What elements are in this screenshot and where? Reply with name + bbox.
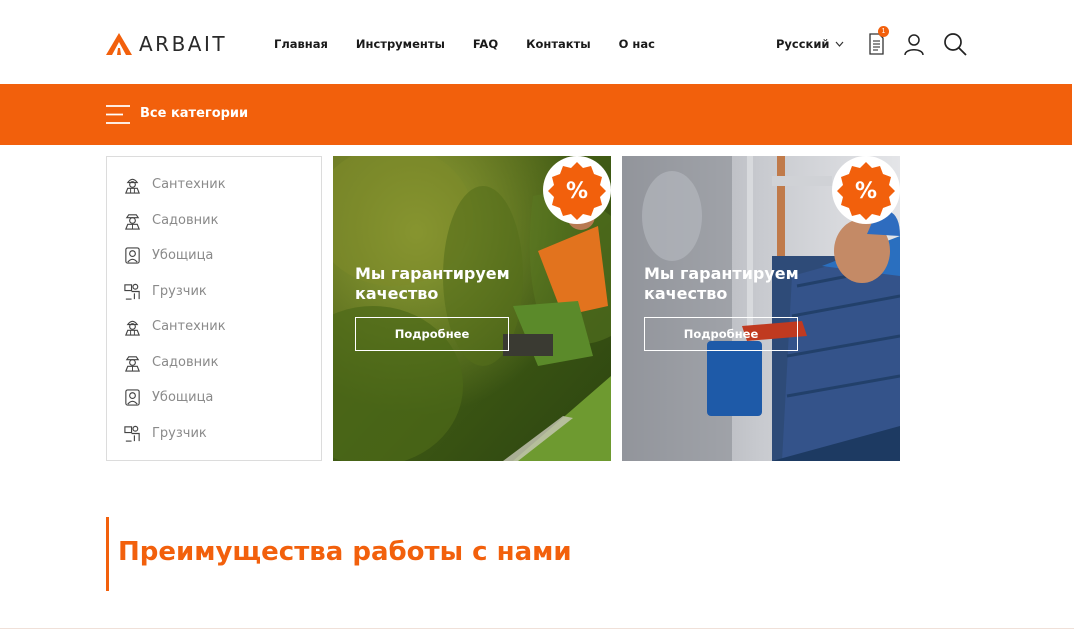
category-label: Сантехник (152, 177, 226, 193)
category-item-cleaner[interactable]: Убощица (107, 238, 321, 274)
cleaner-icon (125, 247, 140, 264)
category-item-plumber[interactable]: Сантехник (107, 167, 321, 203)
nav-item-about[interactable]: О нас (619, 37, 655, 51)
menu-icon[interactable] (106, 105, 130, 124)
category-item-loader[interactable]: Грузчик (107, 416, 321, 452)
discount-symbol: % (855, 179, 877, 204)
loader-icon (124, 425, 140, 442)
discount-symbol: % (566, 179, 588, 204)
section-accent-bar (106, 517, 109, 591)
category-label: Грузчик (152, 425, 207, 441)
language-select[interactable]: Русский (776, 37, 844, 51)
nav-item-tools[interactable]: Инструменты (356, 37, 445, 51)
category-label: Убощица (152, 248, 214, 264)
plumber-icon (125, 320, 140, 336)
main-nav: Главная Инструменты FAQ Контакты О нас (274, 37, 683, 51)
gardener-icon (125, 213, 140, 230)
site-header: ARBAIT Главная Инструменты FAQ Контакты … (0, 0, 1074, 84)
cart-count-badge: 1 (878, 26, 889, 37)
nav-item-contacts[interactable]: Контакты (526, 37, 591, 51)
nav-item-home[interactable]: Главная (274, 37, 328, 51)
search-icon[interactable] (943, 32, 967, 56)
more-button[interactable]: Подробнее (644, 317, 798, 351)
discount-badge-icon: % (543, 156, 611, 224)
divider (0, 628, 1074, 629)
category-item-gardener[interactable]: Садовник (107, 203, 321, 239)
more-button[interactable]: Подробнее (355, 317, 509, 351)
promo-card-plumber[interactable]: % Мы гарантируем качество Подробнее (622, 156, 900, 461)
category-label: Садовник (152, 354, 219, 370)
logo[interactable]: ARBAIT (105, 32, 227, 56)
category-label: Грузчик (152, 283, 207, 299)
category-bar: Все категории (0, 84, 1072, 145)
advantages-heading: Преимущества работы с нами (118, 537, 572, 567)
promo-title: Мы гарантируем качество (644, 264, 799, 303)
language-label: Русский (776, 37, 830, 51)
category-item-cleaner[interactable]: Убощица (107, 380, 321, 416)
category-list: Сантехник Садовник Убощица Грузчик Санте… (106, 156, 322, 461)
cleaner-icon (125, 389, 140, 406)
category-item-plumber[interactable]: Сантехник (107, 309, 321, 345)
logo-text: ARBAIT (139, 32, 228, 56)
promo-title: Мы гарантируем качество (355, 264, 510, 303)
plumber-icon (125, 178, 140, 194)
category-label: Садовник (152, 212, 219, 228)
gardener-icon (125, 355, 140, 372)
category-label: Сантехник (152, 319, 226, 335)
loader-icon (124, 283, 140, 300)
category-item-loader[interactable]: Грузчик (107, 274, 321, 310)
discount-badge-icon: % (832, 156, 900, 224)
logo-mark-icon (106, 33, 132, 55)
chevron-down-icon (836, 41, 844, 47)
nav-item-faq[interactable]: FAQ (473, 37, 498, 51)
all-categories-button[interactable]: Все категории (140, 106, 248, 121)
user-icon[interactable] (902, 32, 926, 56)
category-label: Убощица (152, 390, 214, 406)
promo-card-gardener[interactable]: % Мы гарантируем качество Подробнее (333, 156, 611, 461)
category-item-gardener[interactable]: Садовник (107, 345, 321, 381)
